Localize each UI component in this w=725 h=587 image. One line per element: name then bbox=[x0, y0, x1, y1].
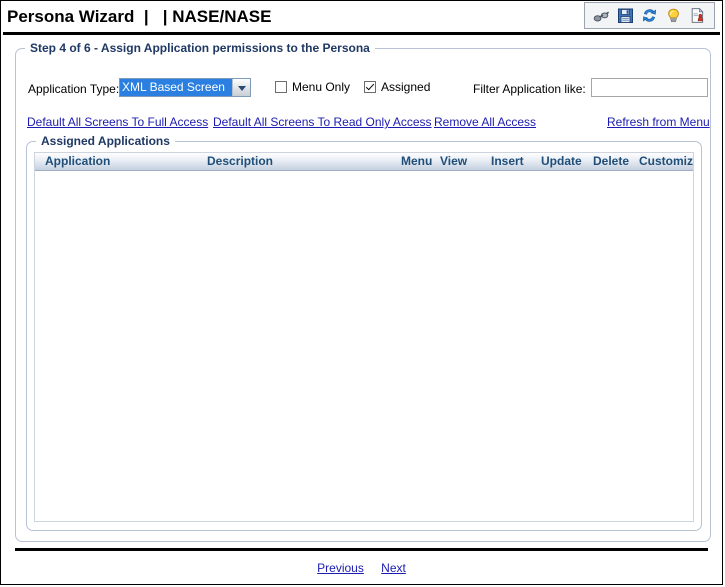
filter-controls-row: Application Type: XML Based Screen Menu … bbox=[16, 76, 710, 102]
title-separator bbox=[3, 32, 720, 35]
save-icon[interactable] bbox=[617, 7, 634, 24]
column-header-insert[interactable]: Insert bbox=[491, 154, 524, 168]
column-header-description[interactable]: Description bbox=[207, 154, 273, 168]
step-panel: Step 4 of 6 - Assign Application permiss… bbox=[15, 41, 711, 542]
grid-body-empty bbox=[35, 171, 693, 521]
assigned-applications-legend: Assigned Applications bbox=[36, 134, 175, 148]
title-bar: Persona Wizard | | NASE/NASE bbox=[1, 1, 722, 32]
chevron-down-icon[interactable] bbox=[232, 79, 250, 96]
application-type-label: Application Type: bbox=[28, 82, 120, 96]
column-header-delete[interactable]: Delete bbox=[593, 154, 629, 168]
filter-application-input[interactable] bbox=[591, 78, 708, 97]
assigned-label: Assigned bbox=[381, 80, 431, 94]
previous-link[interactable]: Previous bbox=[317, 561, 364, 575]
column-header-application[interactable]: Application bbox=[45, 154, 110, 168]
binoculars-icon[interactable] bbox=[593, 7, 610, 24]
column-header-menu[interactable]: Menu bbox=[401, 154, 432, 168]
default-all-read-only-access-link[interactable]: Default All Screens To Read Only Access bbox=[213, 115, 432, 129]
menu-only-label: Menu Only bbox=[292, 80, 351, 94]
assigned-checkbox-box[interactable] bbox=[364, 81, 376, 93]
application-type-selected-value: XML Based Screen bbox=[120, 79, 232, 96]
default-all-full-access-link[interactable]: Default All Screens To Full Access bbox=[27, 115, 208, 129]
column-header-view[interactable]: View bbox=[440, 154, 467, 168]
column-header-update[interactable]: Update bbox=[541, 154, 582, 168]
refresh-icon[interactable] bbox=[641, 7, 658, 24]
step-panel-legend: Step 4 of 6 - Assign Application permiss… bbox=[25, 41, 375, 55]
page-title: Persona Wizard | | NASE/NASE bbox=[7, 6, 272, 26]
column-header-customize[interactable]: Customiz bbox=[639, 154, 693, 168]
footer-separator bbox=[15, 548, 708, 551]
document-export-icon[interactable] bbox=[689, 7, 706, 24]
application-window: Persona Wizard | | NASE/NASE Step 4 of 6… bbox=[0, 0, 723, 585]
remove-all-access-link[interactable]: Remove All Access bbox=[434, 115, 536, 129]
refresh-from-menu-link[interactable]: Refresh from Menu bbox=[607, 115, 710, 129]
toolbar bbox=[584, 2, 715, 29]
next-link[interactable]: Next bbox=[381, 561, 406, 575]
menu-only-checkbox-box[interactable] bbox=[275, 81, 287, 93]
assigned-applications-panel: Assigned Applications Application Descri… bbox=[26, 134, 702, 531]
lightbulb-icon[interactable] bbox=[665, 7, 682, 24]
grid-header-row: Application Description Menu View Insert… bbox=[35, 153, 693, 171]
menu-only-checkbox[interactable]: Menu Only bbox=[275, 80, 350, 94]
wizard-navigation: Previous Next bbox=[1, 561, 722, 575]
filter-application-label: Filter Application like: bbox=[473, 82, 586, 96]
assigned-checkbox[interactable]: Assigned bbox=[364, 80, 430, 94]
bulk-action-links: Default All Screens To Full Access Defau… bbox=[16, 115, 710, 133]
application-type-select[interactable]: XML Based Screen bbox=[119, 78, 251, 97]
assigned-applications-grid: Application Description Menu View Insert… bbox=[34, 152, 694, 522]
